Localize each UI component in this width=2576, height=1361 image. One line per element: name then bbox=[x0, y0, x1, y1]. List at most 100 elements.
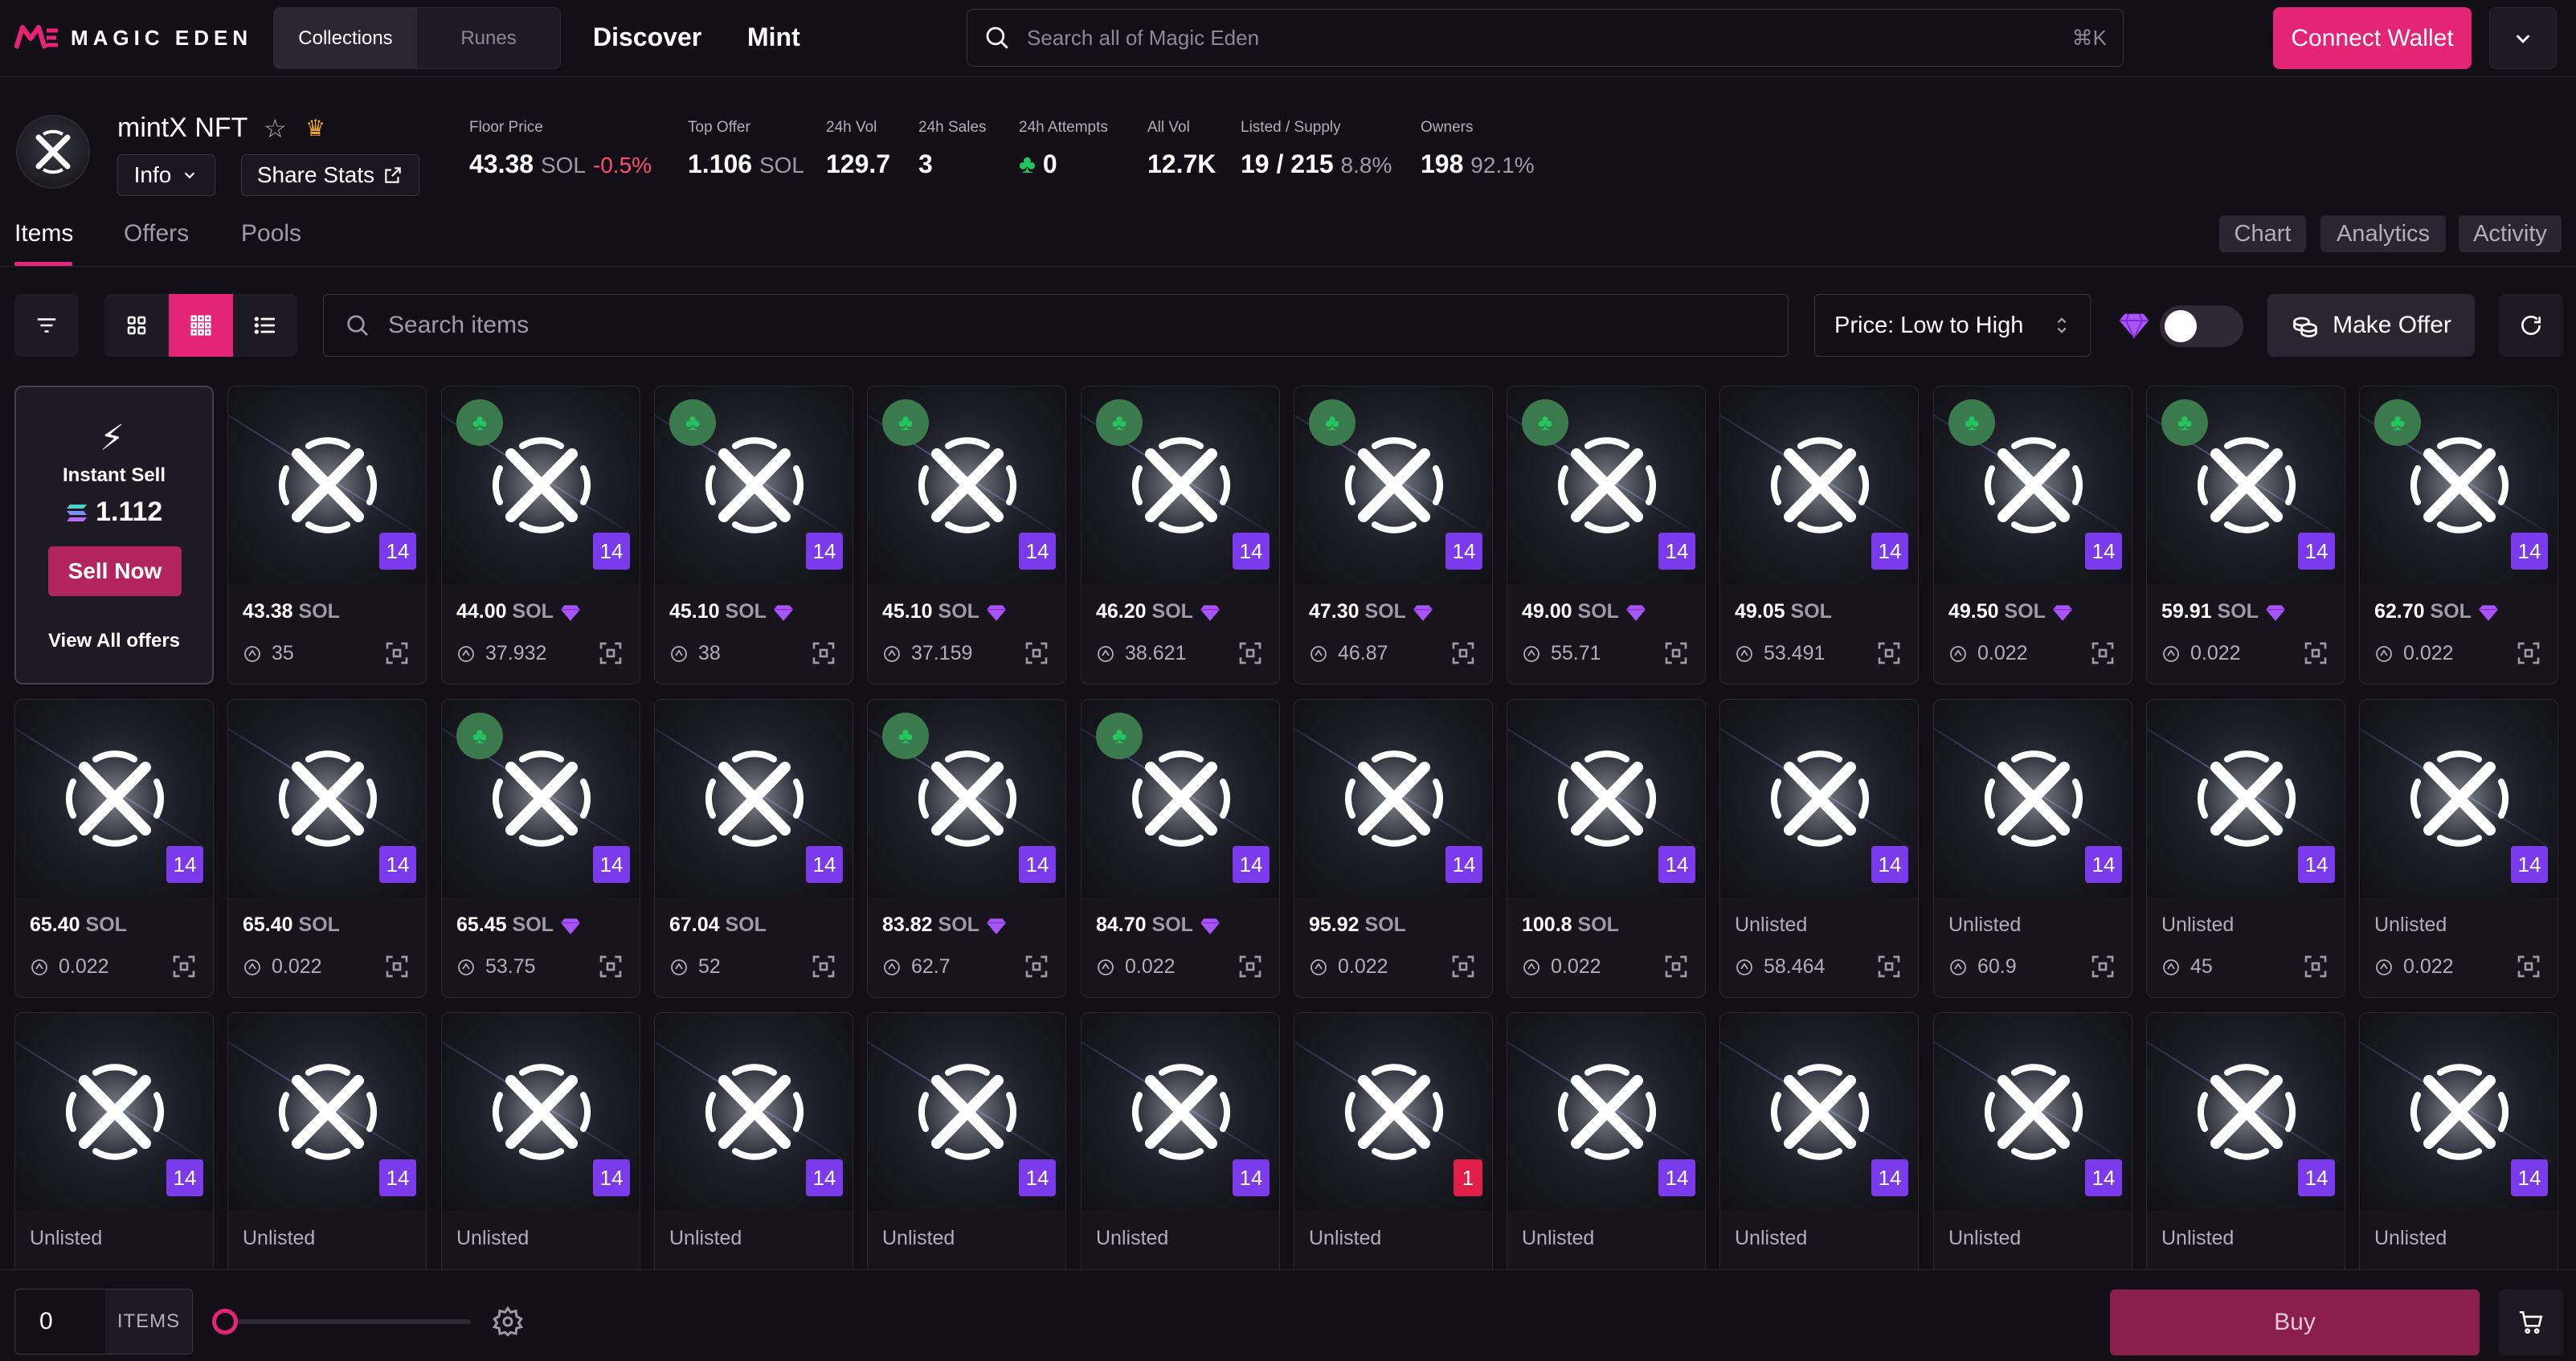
expand-icon[interactable] bbox=[171, 954, 197, 979]
buy-button[interactable]: Buy bbox=[2110, 1289, 2480, 1355]
expand-icon[interactable] bbox=[598, 954, 624, 979]
favorite-star-icon[interactable]: ☆ bbox=[264, 113, 287, 144]
nft-card[interactable]: 14 Unlisted bbox=[2146, 1012, 2345, 1269]
nft-image[interactable]: 14 bbox=[442, 1013, 640, 1211]
nft-card[interactable]: ♣ 14 59.91 SOL 0.022 bbox=[2146, 386, 2345, 685]
rare-only-toggle[interactable] bbox=[2160, 305, 2243, 347]
expand-icon[interactable] bbox=[1237, 640, 1263, 666]
nft-card[interactable]: 14 Unlisted bbox=[1933, 1012, 2132, 1269]
expand-icon[interactable] bbox=[1876, 640, 1902, 666]
nft-image[interactable]: 14 bbox=[2360, 700, 2558, 897]
item-search-input[interactable] bbox=[388, 312, 1767, 339]
nft-image[interactable]: ♣ 14 bbox=[1934, 386, 2132, 584]
view-all-offers-link[interactable]: View All offers bbox=[16, 630, 212, 652]
nft-image[interactable]: 14 bbox=[15, 700, 213, 897]
nft-card[interactable]: 14 95.92 SOL 0.022 bbox=[1294, 699, 1493, 998]
tab-runes[interactable]: Runes bbox=[417, 8, 560, 68]
nft-card[interactable]: 14 Unlisted bbox=[14, 1012, 214, 1269]
nft-image[interactable]: ♣ 14 bbox=[868, 386, 1065, 584]
nft-card[interactable]: 14 Unlisted bbox=[2359, 1012, 2558, 1269]
nft-image[interactable]: 1 bbox=[1294, 1013, 1492, 1211]
nft-card[interactable]: 14 Unlisted bbox=[227, 1012, 427, 1269]
nft-image[interactable]: ♣ 14 bbox=[2147, 386, 2345, 584]
magic-eden-logo[interactable]: MAGIC EDEN bbox=[14, 24, 252, 51]
nft-image[interactable]: 14 bbox=[2360, 1013, 2558, 1211]
nft-card[interactable]: 14 Unlisted bbox=[1507, 1012, 1706, 1269]
expand-icon[interactable] bbox=[811, 640, 836, 666]
nav-mint[interactable]: Mint bbox=[747, 22, 800, 52]
nft-image[interactable]: 14 bbox=[1720, 1013, 1918, 1211]
expand-icon[interactable] bbox=[2516, 954, 2541, 979]
nft-image[interactable]: ♣ 14 bbox=[655, 386, 853, 584]
sell-now-button[interactable]: Sell Now bbox=[48, 546, 182, 596]
nft-card[interactable]: ♣ 14 44.00 SOL 37.932 bbox=[441, 386, 640, 685]
nft-card[interactable]: ♣ 14 49.00 SOL 55.71 bbox=[1507, 386, 1706, 685]
nft-card[interactable]: ♣ 14 62.70 SOL 0.022 bbox=[2359, 386, 2558, 685]
expand-icon[interactable] bbox=[1450, 954, 1476, 979]
nft-card[interactable]: 14 Unlisted bbox=[1719, 1012, 1919, 1269]
expand-icon[interactable] bbox=[2303, 954, 2329, 979]
sweep-slider-handle[interactable] bbox=[212, 1309, 238, 1334]
nft-card[interactable]: ♣ 14 45.10 SOL 37.159 bbox=[867, 386, 1066, 685]
nft-image[interactable]: 14 bbox=[655, 1013, 853, 1211]
tab-activity[interactable]: Activity bbox=[2459, 215, 2562, 252]
share-stats-button[interactable]: Share Stats bbox=[241, 154, 419, 196]
tab-chart[interactable]: Chart bbox=[2219, 215, 2306, 252]
nft-card[interactable]: 14 100.8 SOL 0.022 bbox=[1507, 699, 1706, 998]
tab-offers[interactable]: Offers bbox=[124, 220, 189, 247]
nft-image[interactable]: ♣ 14 bbox=[1082, 386, 1279, 584]
small-grid-view-button[interactable] bbox=[169, 294, 233, 357]
expand-icon[interactable] bbox=[384, 640, 410, 666]
expand-icon[interactable] bbox=[384, 954, 410, 979]
tab-pools[interactable]: Pools bbox=[241, 220, 301, 247]
expand-icon[interactable] bbox=[1450, 640, 1476, 666]
nft-card[interactable]: 14 Unlisted bbox=[441, 1012, 640, 1269]
nft-image[interactable]: 14 bbox=[1294, 700, 1492, 897]
nft-card[interactable]: 14 Unlisted 45 bbox=[2146, 699, 2345, 998]
nft-card[interactable]: ♣ 14 49.50 SOL 0.022 bbox=[1933, 386, 2132, 685]
nft-card[interactable]: 1 Unlisted bbox=[1294, 1012, 1493, 1269]
nft-image[interactable]: 14 bbox=[228, 386, 426, 584]
expand-icon[interactable] bbox=[811, 954, 836, 979]
nft-image[interactable]: ♣ 14 bbox=[1294, 386, 1492, 584]
nft-card[interactable]: ♣ 14 83.82 SOL 62.7 bbox=[867, 699, 1066, 998]
cart-button[interactable] bbox=[2499, 1289, 2563, 1355]
tab-collections[interactable]: Collections bbox=[274, 8, 417, 68]
nft-image[interactable]: 14 bbox=[1507, 700, 1705, 897]
refresh-button[interactable] bbox=[2499, 294, 2563, 357]
list-view-button[interactable] bbox=[233, 294, 297, 357]
nft-image[interactable]: 14 bbox=[2147, 1013, 2345, 1211]
connect-wallet-button[interactable]: Connect Wallet bbox=[2273, 7, 2472, 69]
sweep-quantity-value[interactable]: 0 bbox=[15, 1289, 105, 1354]
nft-card[interactable]: 14 43.38 SOL 35 bbox=[227, 386, 427, 685]
nft-card[interactable]: 14 Unlisted 0.022 bbox=[2359, 699, 2558, 998]
nft-card[interactable]: 14 49.05 SOL 53.491 bbox=[1719, 386, 1919, 685]
expand-icon[interactable] bbox=[1237, 954, 1263, 979]
nft-image[interactable]: 14 bbox=[1082, 1013, 1279, 1211]
nft-card[interactable]: 14 65.40 SOL 0.022 bbox=[227, 699, 427, 998]
tab-items[interactable]: Items bbox=[14, 220, 73, 247]
nft-image[interactable]: 14 bbox=[1934, 700, 2132, 897]
sort-dropdown[interactable]: Price: Low to High bbox=[1814, 294, 2091, 357]
gear-icon[interactable] bbox=[492, 1306, 524, 1338]
nft-card[interactable]: 14 Unlisted bbox=[1081, 1012, 1280, 1269]
expand-icon[interactable] bbox=[1663, 954, 1689, 979]
nft-card[interactable]: 14 67.04 SOL 52 bbox=[654, 699, 853, 998]
expand-icon[interactable] bbox=[598, 640, 624, 666]
tab-analytics[interactable]: Analytics bbox=[2320, 215, 2446, 252]
nft-card[interactable]: 14 Unlisted 58.464 bbox=[1719, 699, 1919, 998]
sweep-quantity-field[interactable]: 0 ITEMS bbox=[14, 1289, 193, 1355]
nft-image[interactable]: 14 bbox=[15, 1013, 213, 1211]
nav-discover[interactable]: Discover bbox=[593, 22, 701, 52]
nft-card[interactable]: 14 Unlisted 60.9 bbox=[1933, 699, 2132, 998]
nft-image[interactable]: 14 bbox=[1934, 1013, 2132, 1211]
nft-card[interactable]: 14 Unlisted bbox=[867, 1012, 1066, 1269]
make-offer-button[interactable]: Make Offer bbox=[2267, 294, 2475, 357]
nft-image[interactable]: 14 bbox=[1720, 386, 1918, 584]
expand-icon[interactable] bbox=[2090, 954, 2116, 979]
nft-image[interactable]: ♣ 14 bbox=[1082, 700, 1279, 897]
info-dropdown-button[interactable]: Info bbox=[117, 154, 215, 196]
expand-icon[interactable] bbox=[2303, 640, 2329, 666]
nft-image[interactable]: 14 bbox=[1507, 1013, 1705, 1211]
nft-image[interactable]: 14 bbox=[655, 700, 853, 897]
